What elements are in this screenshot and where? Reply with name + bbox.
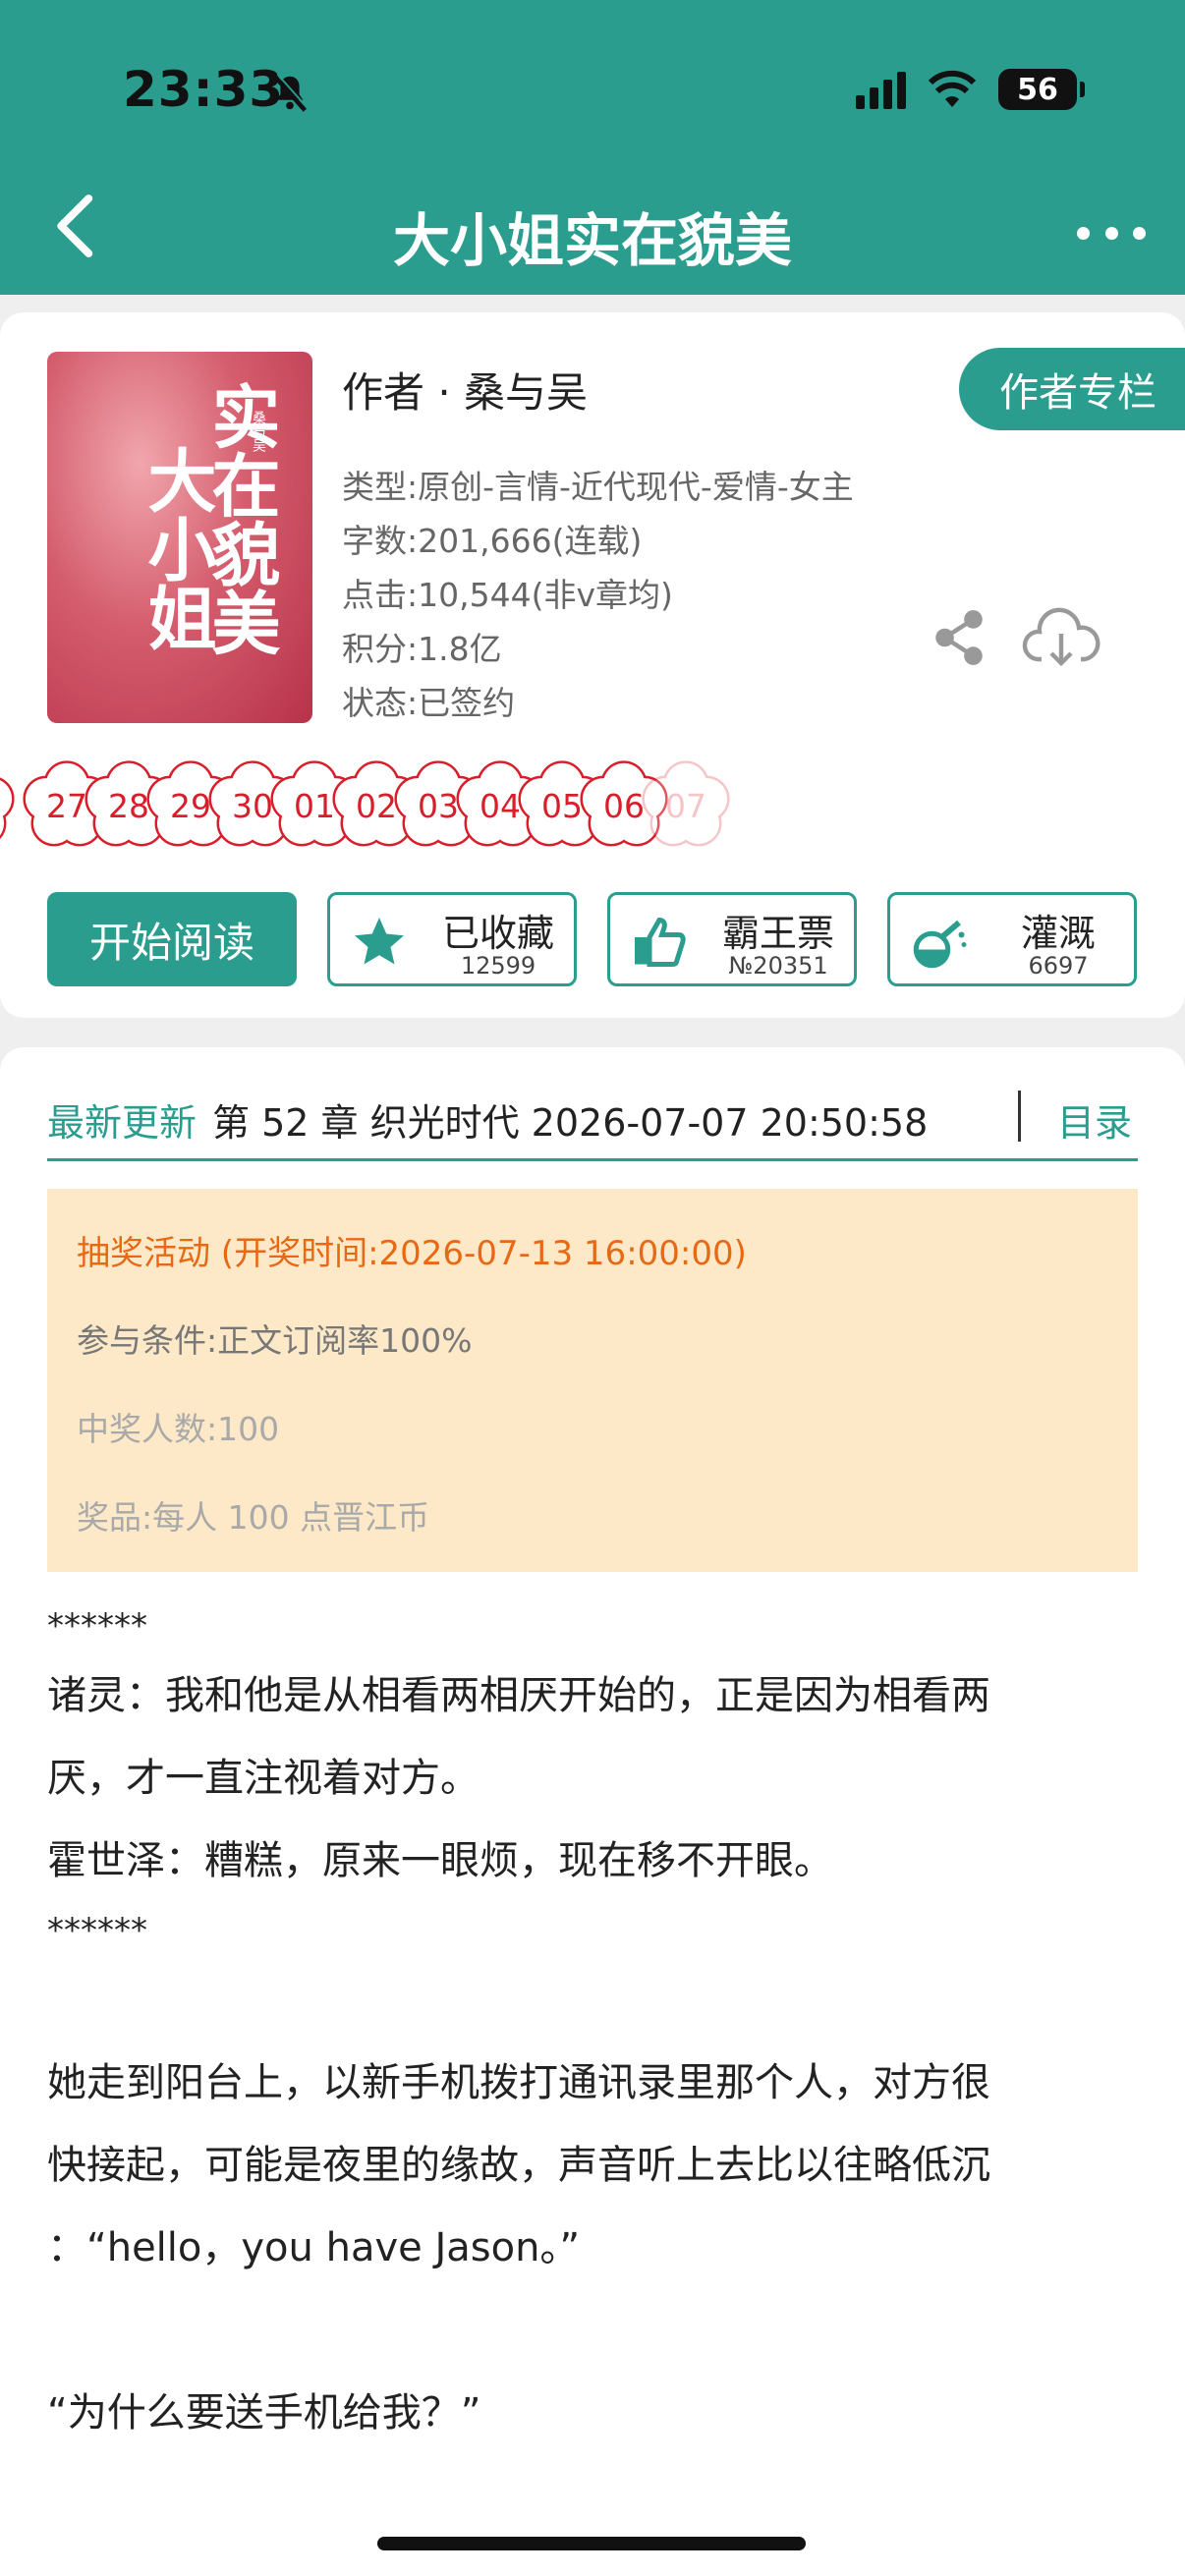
star-icon — [355, 918, 404, 965]
start-reading-button[interactable]: 开始阅读 — [47, 892, 297, 986]
status-indicators: 56 — [856, 69, 1085, 110]
bell-muted-icon — [272, 73, 309, 112]
latest-update-label: 最新更新 — [47, 1101, 198, 1145]
calendar-day-label: 07 — [665, 786, 706, 825]
collect-button[interactable]: 已收藏 12599 — [327, 892, 577, 986]
battery-icon: 56 — [998, 69, 1085, 110]
preview-line: 霍世泽：糟糕，原来一眼烦，现在移不开眼。 — [47, 1838, 833, 1883]
chapter-preview: ****** 诸灵：我和他是从相看两相厌开始的，正是因为相看两 厌，才一直注视着… — [47, 1597, 1138, 2454]
cover-author: 桑与吴 — [251, 411, 266, 452]
book-word-count: 字数:201,666(连载) — [342, 522, 643, 560]
book-points: 积分:1.8亿 — [342, 630, 502, 668]
flask-icon — [913, 920, 967, 969]
home-indicator[interactable] — [377, 2537, 806, 2550]
lottery-panel[interactable]: 抽奖活动 (开奖时间:2026-07-13 16:00:00) 参与条件:正文订… — [47, 1189, 1138, 1572]
more-button[interactable] — [1077, 208, 1146, 257]
separator-stars: ****** — [47, 1606, 147, 1646]
wifi-icon — [928, 70, 977, 107]
status-time: 23:33 — [123, 61, 285, 118]
book-type: 类型:原创-言情-近代现代-爱情-女主 — [342, 468, 854, 506]
lottery-condition: 参与条件:正文订阅率100% — [77, 1321, 473, 1360]
download-icon[interactable] — [1022, 607, 1100, 672]
book-clicks: 点击:10,544(非v章均) — [342, 576, 673, 614]
water-button[interactable]: 灌溉 6697 — [887, 892, 1137, 986]
collect-count: 12599 — [460, 952, 536, 980]
cellular-signal-icon — [856, 70, 906, 109]
calendar-strip[interactable]: 27 28 29 30 01 02 03 04 05 06 07 — [0, 755, 1185, 853]
share-icon[interactable] — [929, 607, 989, 668]
calendar-day-flower[interactable]: 07 — [639, 758, 733, 853]
vote-count: №20351 — [728, 952, 828, 980]
calendar-day-flower-partial — [0, 758, 18, 853]
app-header: 23:33 56 大小姐实在貌美 — [0, 0, 1185, 295]
cover-title-left: 大小姐 — [137, 445, 218, 651]
book-info-card: 实在貌美 大小姐 桑与吴 作者 · 桑与吴 作者专栏 类型:原创-言情-近代现代… — [0, 312, 1185, 1018]
action-buttons: 开始阅读 已收藏 12599 霸王票 №20351 灌溉 6697 — [47, 892, 1138, 986]
author-column-button[interactable]: 作者专栏 — [959, 348, 1185, 430]
thumbs-up-icon — [635, 917, 686, 967]
book-meta: 类型:原创-言情-近代现代-爱情-女主 字数:201,666(连载) 点击:10… — [342, 460, 854, 730]
book-status: 状态:已签约 — [342, 684, 516, 722]
lottery-title: 抽奖活动 (开奖时间:2026-07-13 16:00:00) — [77, 1234, 747, 1273]
author-name[interactable]: 作者 · 桑与吴 — [342, 360, 588, 420]
preview-line: ：“hello，you have Jason。” — [47, 2225, 581, 2270]
preview-line: “为什么要送手机给我？” — [47, 2390, 481, 2436]
book-cover[interactable]: 实在貌美 大小姐 桑与吴 — [47, 352, 312, 723]
chapter-section: 最新更新 第 52 章 织光时代 2026-07-07 20:50:58 目录 … — [0, 1047, 1185, 2576]
page-title: 大小姐实在貌美 — [392, 207, 792, 274]
latest-chapter-link[interactable]: 第 52 章 织光时代 2026-07-07 20:50:58 — [212, 1092, 928, 1147]
vote-label: 霸王票 — [721, 912, 834, 955]
separator-stars: ****** — [47, 1911, 147, 1950]
preview-line: 厌，才一直注视着对方。 — [47, 1756, 480, 1801]
water-count: 6697 — [1028, 952, 1089, 980]
water-label: 灌溉 — [1020, 912, 1096, 955]
preview-line: 她走到阳台上，以新手机拨打通讯录里那个人，对方很 — [47, 2060, 990, 2105]
latest-update-bar[interactable]: 最新更新 第 52 章 织光时代 2026-07-07 20:50:58 目录 — [47, 1075, 1138, 1161]
vote-button[interactable]: 霸王票 №20351 — [607, 892, 857, 986]
lottery-winners: 中奖人数:100 — [77, 1410, 280, 1448]
preview-line: 诸灵：我和他是从相看两相厌开始的，正是因为相看两 — [47, 1673, 990, 1718]
divider — [1018, 1091, 1021, 1142]
collect-label: 已收藏 — [441, 912, 554, 955]
preview-line: 快接起，可能是夜里的缘故，声音听上去比以往略低沉 — [47, 2143, 990, 2188]
lottery-prize: 奖品:每人 100 点晋江币 — [77, 1498, 430, 1537]
table-of-contents-link[interactable]: 目录 — [1057, 1092, 1132, 1147]
